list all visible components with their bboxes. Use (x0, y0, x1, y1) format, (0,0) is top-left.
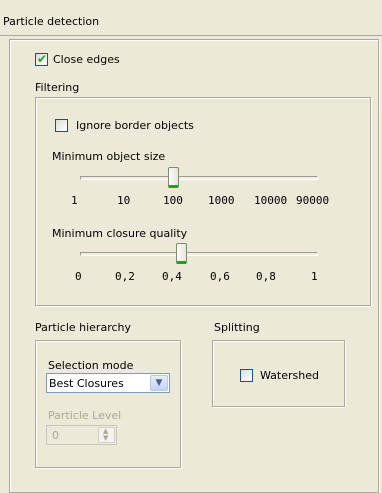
min-size-tick: 1000 (208, 194, 235, 207)
particle-level-spinbox: 0 ▲ ▼ (46, 425, 117, 445)
close-edges-checkbox[interactable]: ✔ (35, 52, 48, 66)
close-edges-checkbox-row[interactable]: ✔ Close edges (35, 52, 155, 67)
ignore-border-checkbox[interactable] (55, 119, 68, 132)
min-closure-tick: 0,4 (162, 270, 182, 283)
particle-level-label: Particle Level (48, 409, 122, 422)
min-size-label: Minimum object size (52, 150, 166, 163)
particle-hierarchy-title: Particle hierarchy (35, 321, 132, 334)
min-size-slider-track[interactable] (80, 176, 318, 180)
watershed-checkbox[interactable] (240, 369, 253, 382)
title-separator (0, 35, 382, 36)
min-size-tick: 90000 (296, 194, 330, 207)
min-closure-slider-track[interactable] (80, 252, 318, 256)
min-closure-tick: 0,6 (210, 270, 230, 283)
selection-mode-label: Selection mode (48, 359, 134, 372)
spin-buttons: ▲ ▼ (98, 427, 115, 443)
min-size-tick: 1 (71, 194, 78, 207)
checkmark-icon: ✔ (37, 52, 48, 66)
selection-mode-value: Best Closures (49, 377, 124, 390)
splitting-title: Splitting (214, 321, 260, 334)
min-closure-tick: 1 (311, 270, 318, 283)
min-size-tick: 10 (117, 194, 131, 207)
ignore-border-label: Ignore border objects (76, 119, 194, 132)
selection-mode-dropdown[interactable]: Best Closures ▼ (46, 373, 170, 393)
ignore-border-checkbox-row[interactable]: Ignore border objects (55, 119, 235, 133)
min-size-tick: 100 (163, 194, 183, 207)
min-closure-label: Minimum closure quality (52, 227, 188, 240)
min-closure-tick: 0,2 (115, 270, 135, 283)
min-closure-tick: 0,8 (256, 270, 276, 283)
min-size-slider-thumb[interactable] (168, 167, 179, 188)
chevron-down-icon[interactable]: ▼ (150, 375, 168, 391)
min-closure-slider-thumb[interactable] (176, 243, 187, 264)
watershed-label: Watershed (260, 369, 319, 382)
min-closure-tick: 0 (75, 270, 82, 283)
panel-title: Particle detection (3, 15, 100, 28)
particle-level-value: 0 (52, 429, 59, 442)
close-edges-label: Close edges (53, 53, 120, 66)
min-size-tick: 10000 (254, 194, 288, 207)
watershed-checkbox-row[interactable]: Watershed (240, 369, 340, 383)
spin-down-icon: ▼ (103, 434, 109, 442)
filtering-title: Filtering (35, 81, 80, 94)
